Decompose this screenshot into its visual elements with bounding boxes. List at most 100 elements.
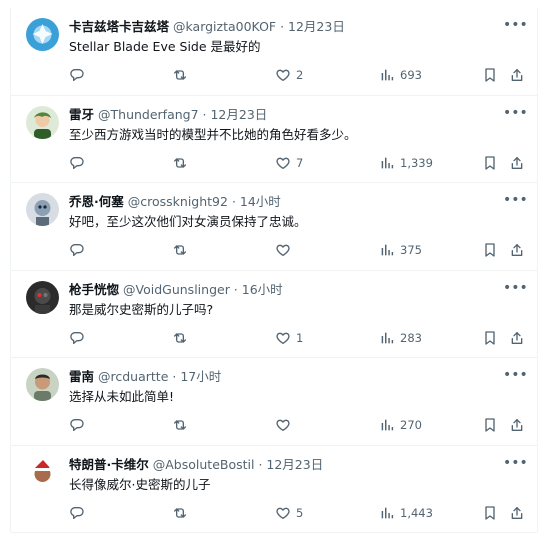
display-name[interactable]: 乔恩·何塞 (69, 194, 124, 209)
more-options-icon[interactable]: ••• (503, 281, 528, 299)
timestamp[interactable]: 12月23日 (266, 457, 323, 472)
view-count: 693 (400, 68, 422, 82)
views-icon (379, 330, 395, 346)
retweet-icon (172, 67, 188, 83)
user-handle[interactable]: @crossknight92 (128, 194, 228, 209)
views-button[interactable]: 283 (379, 328, 422, 348)
bookmark-button[interactable] (482, 328, 498, 348)
user-handle[interactable]: @kargizta00KOF (173, 19, 276, 34)
share-icon (509, 330, 525, 346)
tweet-header: 乔恩·何塞 @crossknight92 · 14小时 (69, 193, 497, 211)
reply-icon (69, 67, 85, 83)
reply-button[interactable] (69, 153, 85, 173)
views-icon (379, 242, 395, 258)
bookmark-button[interactable] (482, 153, 498, 173)
views-button[interactable]: 693 (379, 65, 422, 85)
like-button[interactable]: 2 (275, 65, 303, 85)
bookmark-icon (482, 417, 498, 433)
tweet-header: 雷南 @rcduartte · 17小时 (69, 368, 497, 386)
share-icon (509, 417, 525, 433)
tweet-reply[interactable]: 特朗普·卡维尔 @AbsoluteBostil · 12月23日 ••• 长得像威… (11, 446, 537, 533)
heart-icon (275, 417, 291, 433)
more-options-icon[interactable]: ••• (503, 368, 528, 386)
separator: · (168, 369, 181, 384)
retweet-button[interactable] (172, 65, 188, 85)
bookmark-button[interactable] (482, 415, 498, 435)
avatar[interactable] (26, 193, 59, 226)
avatar[interactable] (26, 280, 59, 314)
like-button[interactable]: 1 (275, 328, 303, 348)
display-name[interactable]: 特朗普·卡维尔 (69, 457, 149, 472)
tweet-text: 至少西方游戏当时的模型并不比她的角色好看多少。 (69, 126, 357, 142)
tweet-reply[interactable]: 雷南 @rcduartte · 17小时 ••• 选择从未如此简单! 270 (11, 358, 537, 446)
separator: · (276, 19, 289, 34)
display-name[interactable]: 雷牙 (69, 107, 94, 122)
views-icon (379, 505, 395, 521)
retweet-icon (172, 242, 188, 258)
tweet-reply[interactable]: 枪手恍惚 @VoidGunslinger · 16小时 ••• 那是威尔史密斯的儿… (11, 271, 537, 358)
tweet-reply[interactable]: 乔恩·何塞 @crossknight92 · 14小时 ••• 好吧，至少这次他们… (11, 183, 537, 271)
share-button[interactable] (509, 153, 525, 173)
like-button[interactable]: 5 (275, 503, 303, 523)
tweet-text: 选择从未如此简单! (69, 389, 175, 404)
retweet-button[interactable] (172, 240, 188, 260)
tweet-reply[interactable]: 雷牙 @Thunderfang7 · 12月23日 ••• 至少西方游戏当时的模型… (11, 96, 537, 183)
retweet-button[interactable] (172, 503, 188, 523)
avatar[interactable] (26, 18, 59, 51)
avatar[interactable] (26, 105, 59, 139)
views-button[interactable]: 1,339 (379, 153, 433, 173)
user-handle[interactable]: @rcduartte (98, 369, 168, 384)
reply-button[interactable] (69, 503, 85, 523)
reply-button[interactable] (69, 328, 85, 348)
user-handle[interactable]: @AbsoluteBostil (153, 457, 255, 472)
like-button[interactable] (275, 240, 296, 260)
timestamp[interactable]: 14小时 (240, 194, 281, 209)
display-name[interactable]: 雷南 (69, 369, 94, 384)
avatar[interactable] (26, 368, 59, 401)
share-button[interactable] (509, 415, 525, 435)
retweet-button[interactable] (172, 415, 188, 435)
share-button[interactable] (509, 503, 525, 523)
views-button[interactable]: 375 (379, 240, 422, 260)
retweet-icon (172, 330, 188, 346)
reply-button[interactable] (69, 65, 85, 85)
views-icon (379, 417, 395, 433)
display-name[interactable]: 卡吉兹塔卡吉兹塔 (69, 19, 169, 34)
like-count: 7 (296, 155, 304, 170)
retweet-icon (172, 417, 188, 433)
view-count: 1,443 (400, 505, 433, 520)
like-button[interactable]: 7 (275, 153, 303, 173)
share-button[interactable] (509, 328, 525, 348)
tweet-reply[interactable]: 卡吉兹塔卡吉兹塔 @kargizta00KOF · 12月23日 ••• Stel… (11, 8, 537, 96)
retweet-button[interactable] (172, 328, 188, 348)
share-icon (509, 242, 525, 258)
reply-button[interactable] (69, 415, 85, 435)
views-button[interactable]: 270 (379, 415, 422, 435)
views-button[interactable]: 1,443 (379, 503, 433, 523)
timestamp[interactable]: 17小时 (180, 369, 221, 384)
timestamp[interactable]: 16小时 (242, 282, 283, 297)
user-handle[interactable]: @Thunderfang7 (98, 107, 199, 122)
views-icon (379, 155, 395, 171)
display-name[interactable]: 枪手恍惚 (69, 282, 119, 297)
share-button[interactable] (509, 240, 525, 260)
share-button[interactable] (509, 65, 525, 85)
more-options-icon[interactable]: ••• (503, 193, 528, 211)
reply-button[interactable] (69, 240, 85, 260)
more-options-icon[interactable]: ••• (503, 18, 528, 36)
like-button[interactable] (275, 415, 296, 435)
bookmark-button[interactable] (482, 65, 498, 85)
reply-icon (69, 505, 85, 521)
view-count: 375 (400, 243, 422, 257)
retweet-icon (172, 505, 188, 521)
timestamp[interactable]: 12月23日 (210, 107, 267, 122)
avatar[interactable] (26, 455, 59, 489)
retweet-button[interactable] (172, 153, 188, 173)
more-options-icon[interactable]: ••• (503, 106, 528, 124)
bookmark-button[interactable] (482, 503, 498, 523)
tweet-text: 那是威尔史密斯的儿子吗? (69, 301, 214, 317)
more-options-icon[interactable]: ••• (503, 456, 528, 474)
timestamp[interactable]: 12月23日 (288, 19, 345, 34)
bookmark-button[interactable] (482, 240, 498, 260)
user-handle[interactable]: @VoidGunslinger (123, 282, 230, 297)
